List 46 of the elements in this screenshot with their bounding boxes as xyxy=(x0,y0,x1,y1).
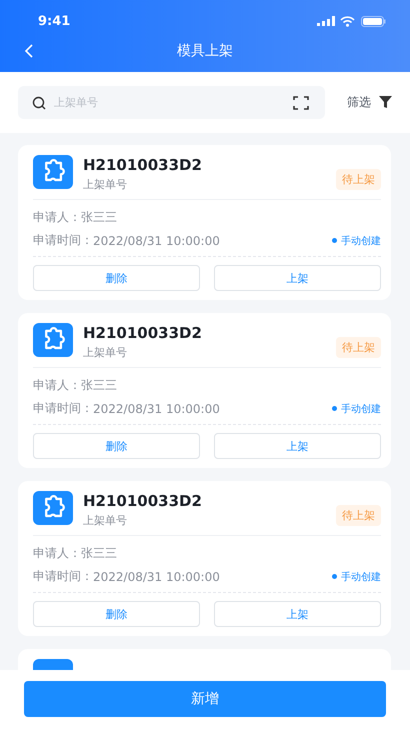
order-subtitle: 上架单号 xyxy=(83,513,128,528)
page-title: 模具上架 xyxy=(177,42,233,60)
wifi-icon xyxy=(340,16,355,26)
puzzle-icon xyxy=(33,155,73,189)
status-tag: 待上架 xyxy=(336,169,381,190)
add-button[interactable]: 新增 xyxy=(24,681,386,717)
dot-icon xyxy=(332,238,337,243)
apply-time: 2022/08/31 10:00:00 xyxy=(93,570,220,584)
source-label: 手动创建 xyxy=(341,402,381,416)
search-field[interactable]: 上架单号 xyxy=(18,86,325,119)
apply-time: 2022/08/31 10:00:00 xyxy=(93,234,220,248)
applicant-label: 申请人： xyxy=(33,377,81,394)
source-label: 手动创建 xyxy=(341,234,381,248)
puzzle-icon xyxy=(33,323,73,357)
time-label: 申请时间： xyxy=(33,232,93,249)
scan-icon[interactable] xyxy=(293,96,309,110)
status-tag: 待上架 xyxy=(336,505,381,526)
status-tag: 待上架 xyxy=(336,337,381,358)
order-subtitle: 上架单号 xyxy=(83,345,128,360)
battery-icon xyxy=(361,16,386,26)
filter-icon xyxy=(379,96,392,109)
apply-time: 2022/08/31 10:00:00 xyxy=(93,402,220,416)
filter-button[interactable]: 筛选 xyxy=(347,94,392,111)
applicant-label: 申请人： xyxy=(33,209,81,226)
time-label: 申请时间： xyxy=(33,400,93,417)
shelve-button[interactable]: 上架 xyxy=(214,265,381,291)
signal-icon xyxy=(317,16,335,26)
puzzle-icon xyxy=(33,491,73,525)
order-number: H21010033D2 xyxy=(83,156,203,174)
applicant-label: 申请人： xyxy=(33,545,81,562)
order-number: H21010033D2 xyxy=(83,492,203,510)
delete-button[interactable]: 删除 xyxy=(33,601,200,627)
time-label: 申请时间： xyxy=(33,568,93,585)
source-label: 手动创建 xyxy=(341,570,381,584)
shelve-button[interactable]: 上架 xyxy=(214,601,381,627)
delete-button[interactable]: 删除 xyxy=(33,265,200,291)
shelve-button[interactable]: 上架 xyxy=(214,433,381,459)
dot-icon xyxy=(332,406,337,411)
delete-button[interactable]: 删除 xyxy=(33,433,200,459)
order-number: H21010033D2 xyxy=(83,324,203,342)
dot-icon xyxy=(332,574,337,579)
order-subtitle: 上架单号 xyxy=(83,177,128,192)
applicant-name: 张三三 xyxy=(81,209,117,226)
applicant-name: 张三三 xyxy=(81,545,117,562)
status-time: 9:41 xyxy=(38,14,72,28)
applicant-name: 张三三 xyxy=(81,377,117,394)
